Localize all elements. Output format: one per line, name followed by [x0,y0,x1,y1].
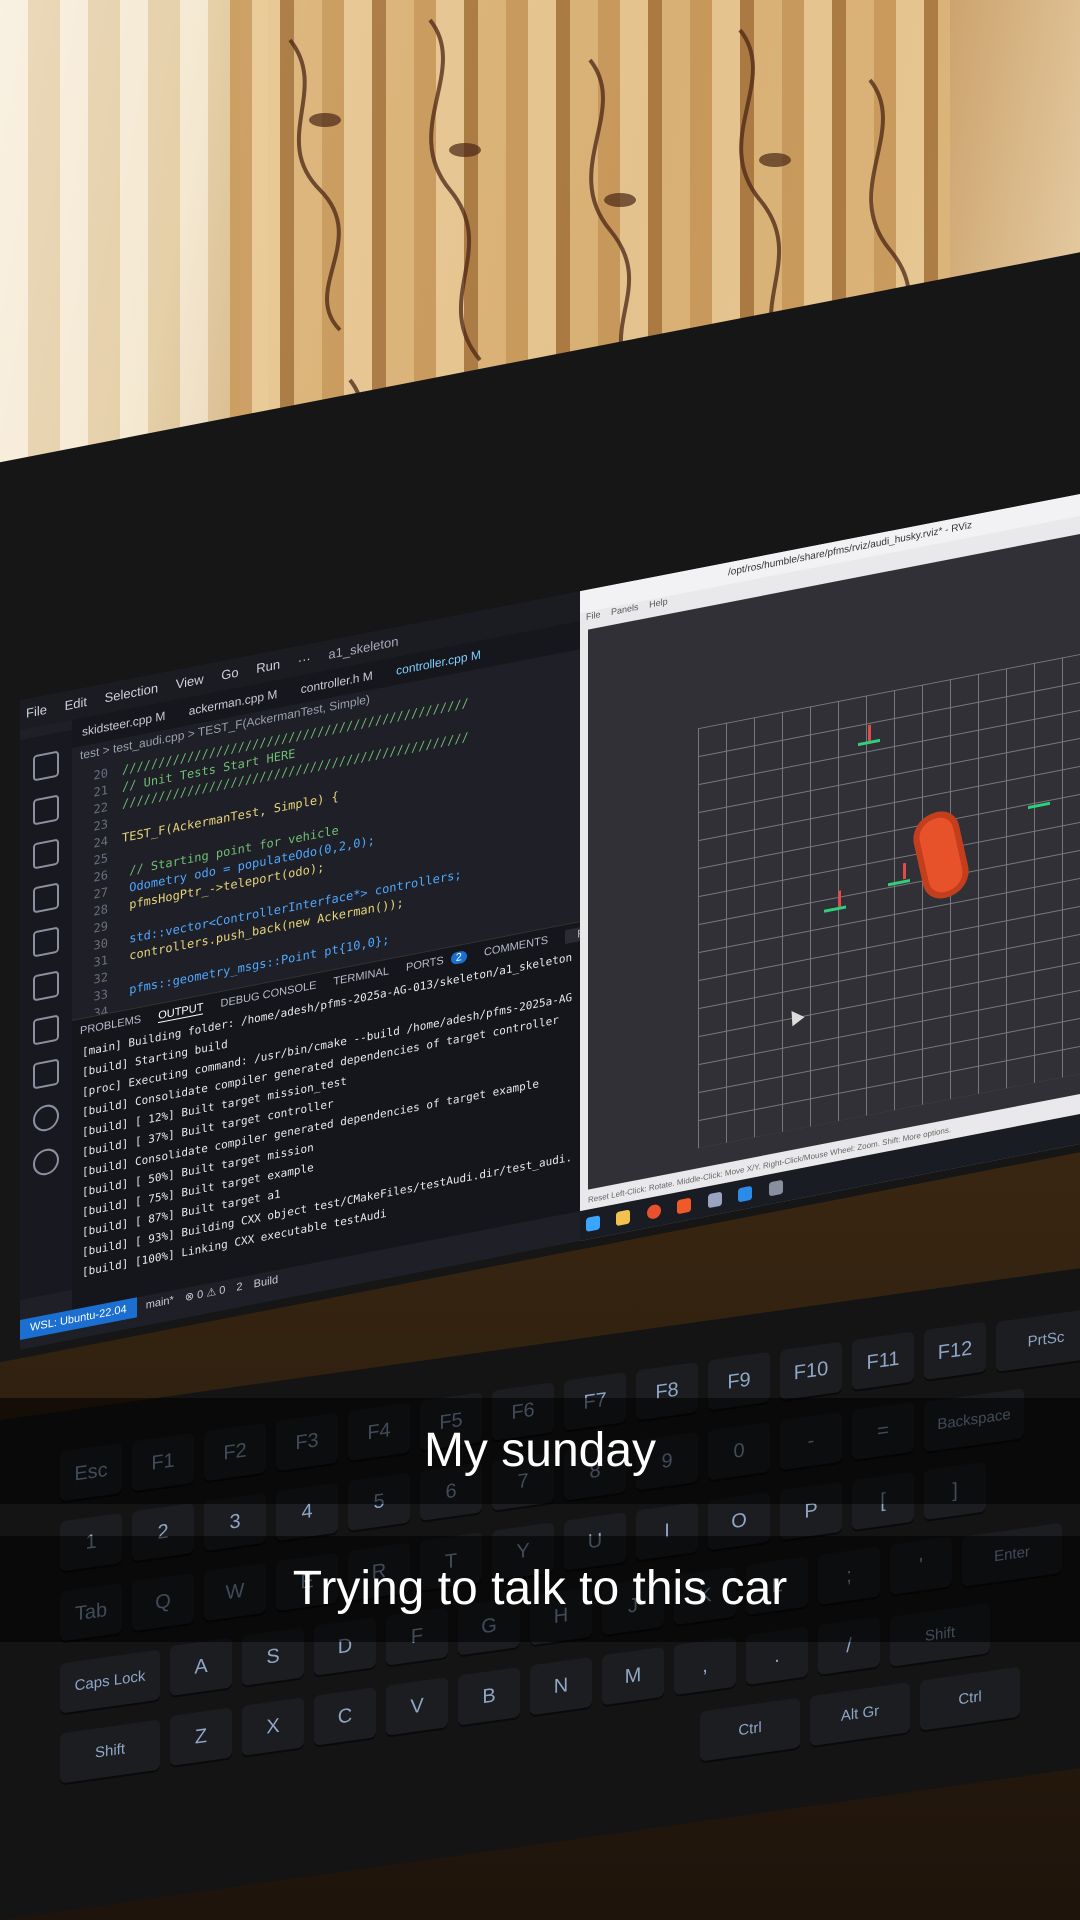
key: PrtSc [996,1307,1080,1373]
key: X [242,1697,304,1756]
tab-ports[interactable]: PORTS [406,955,444,974]
vscode-window: File Edit Selection View Go Run ··· a1_s… [20,591,614,1350]
key: Caps Lock [60,1649,160,1714]
testing-icon[interactable] [33,1014,59,1046]
menu-run[interactable]: Run [256,656,280,676]
key: F12 [924,1321,986,1381]
problems-count[interactable]: ⊗ 0 ⚠ 0 [185,1284,225,1304]
key: Ctrl [700,1697,800,1762]
build-button[interactable]: Build [254,1274,278,1291]
rviz-menu-help[interactable]: Help [649,596,668,610]
marker-red [903,862,906,880]
run-debug-icon[interactable] [33,882,59,914]
key: C [314,1687,376,1746]
browser-icon[interactable] [646,1203,661,1221]
key: Alt Gr [810,1682,910,1747]
ground-grid [698,646,1080,1149]
explorer-icon[interactable] [33,750,59,782]
menu-go[interactable]: Go [221,665,238,683]
file-explorer-icon[interactable] [616,1209,631,1227]
git-branch[interactable]: main* [146,1294,174,1311]
search-icon[interactable] [33,794,59,826]
menu-edit[interactable]: Edit [65,694,87,713]
key: , [674,1636,736,1696]
account-icon[interactable] [33,1102,59,1134]
rviz-3d-view[interactable] [588,526,1080,1190]
menu-selection[interactable]: Selection [105,680,158,705]
remote-explorer-icon[interactable] [33,970,59,1002]
key: F11 [852,1331,914,1391]
menu-file[interactable]: File [26,702,47,721]
brave-icon[interactable] [677,1197,692,1215]
cmake-icon[interactable] [33,1058,59,1090]
ports-count[interactable]: 2 [236,1281,242,1294]
activity-bar [20,729,72,1300]
caption-line-1: My sunday [0,1398,1080,1504]
key: V [386,1677,448,1736]
marker-red [838,890,841,907]
windows-start-icon[interactable] [586,1215,600,1232]
menu-view[interactable]: View [176,671,204,691]
key: A [170,1637,232,1697]
source-control-icon[interactable] [33,838,59,870]
extensions-icon[interactable] [33,926,59,958]
marker-red [868,724,871,742]
key: Z [170,1707,232,1767]
key: N [530,1656,592,1716]
app-icon[interactable] [707,1191,722,1209]
menu-more[interactable]: ··· [298,650,311,668]
rviz-taskbar-icon[interactable] [768,1179,783,1197]
ports-badge: 2 [450,950,467,966]
key: F10 [780,1341,842,1401]
key: Shift [60,1719,160,1784]
key: Ctrl [920,1666,1020,1731]
rviz-menu-file[interactable]: File [586,609,601,622]
settings-gear-icon[interactable] [33,1146,59,1178]
caption-line-2: Trying to talk to this car [0,1536,1080,1642]
key: B [458,1666,520,1726]
key: M [602,1646,664,1706]
vscode-taskbar-icon[interactable] [738,1185,753,1203]
